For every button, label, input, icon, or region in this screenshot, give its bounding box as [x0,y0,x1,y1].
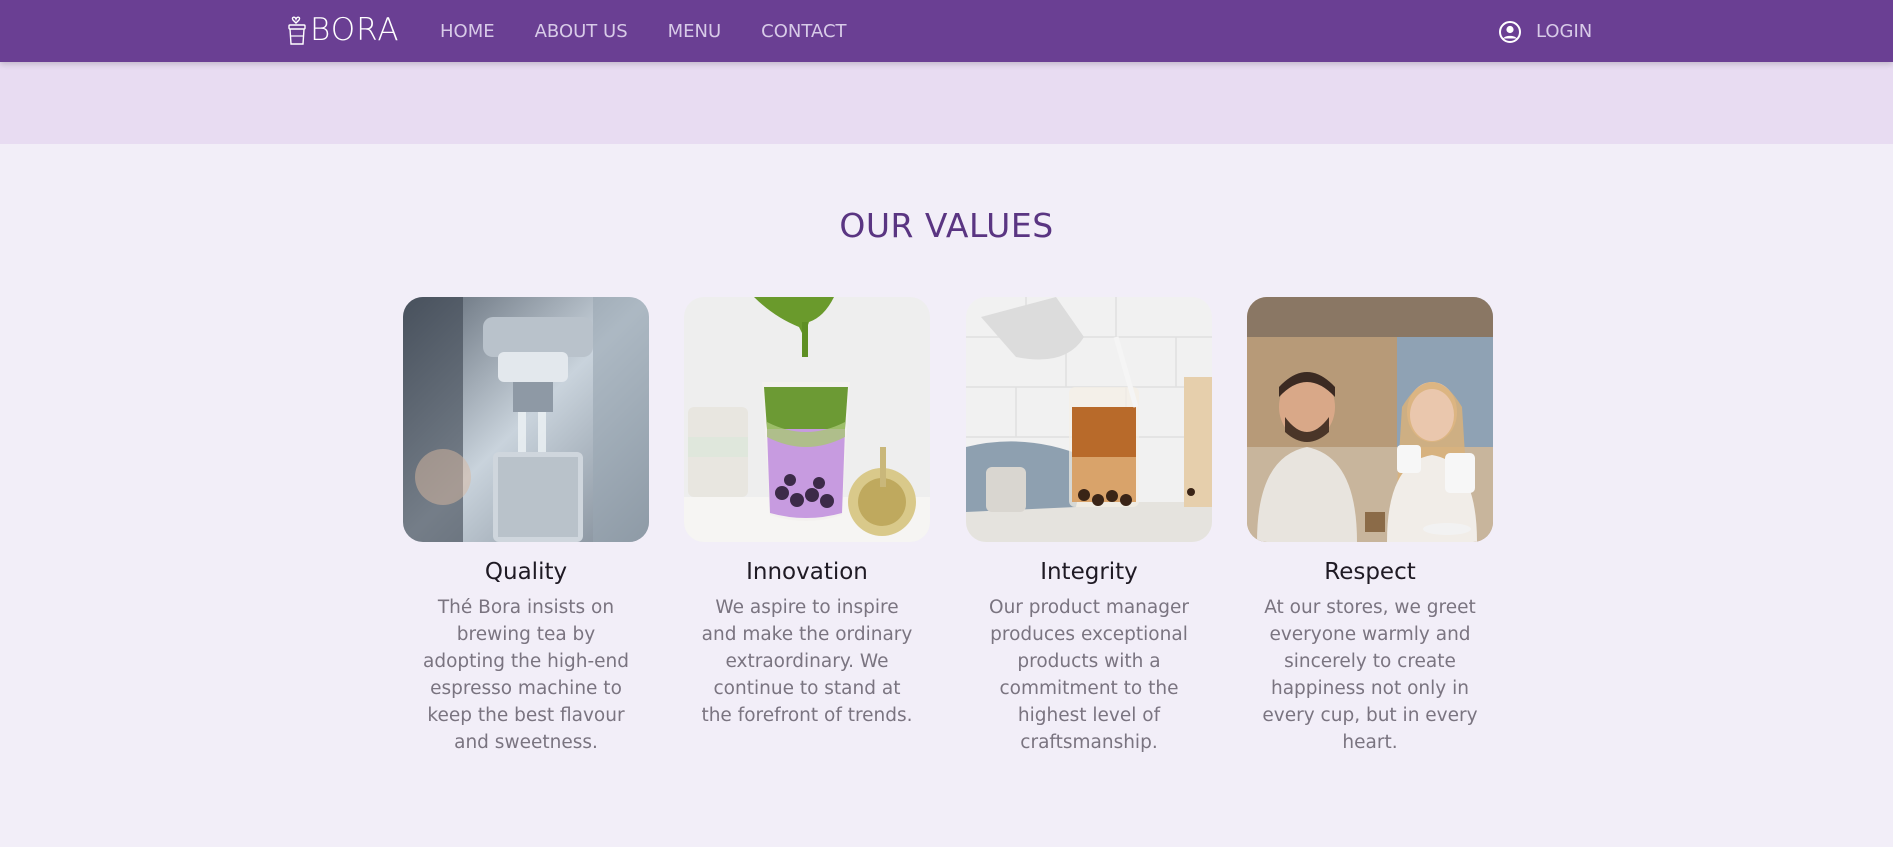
user-circle-icon [1499,21,1521,43]
hero-band [0,62,1893,144]
card-title: Integrity [1040,559,1138,585]
cup-logo-icon [288,16,306,45]
cafe-people-photo [1247,297,1493,542]
nav-menu-link[interactable]: MENU [668,20,722,44]
card-text: We aspire to inspire and make the ordina… [701,597,913,726]
top-navbar: BORA HOME ABOUT US MENU CONTACT LOGIN [0,0,1893,62]
value-card-quality: Quality Thé Bora insists on brewing tea … [403,297,649,756]
main-nav: HOME ABOUT US MENU CONTACT [440,20,887,44]
brand-logo[interactable]: BORA [286,13,400,47]
card-text: Thé Bora insists on brewing tea by adopt… [423,597,629,753]
nav-about-link[interactable]: ABOUT US [535,20,628,44]
logo-text: BORA [310,12,400,48]
login-button[interactable]: LOGIN [1498,20,1592,44]
card-text: Our product manager produces exceptional… [989,597,1189,753]
nav-home-link[interactable]: HOME [440,20,495,44]
nav-contact-link[interactable]: CONTACT [761,20,846,44]
section-title: OUR VALUES [839,206,1054,245]
card-text: At our stores, we greet everyone warmly … [1262,597,1478,753]
card-title: Innovation [746,559,868,585]
bubble-tea-photo [966,297,1212,542]
login-label: LOGIN [1536,21,1593,42]
value-card-innovation: Innovation We aspire to inspire and make… [684,297,930,729]
value-card-respect: Respect At our stores, we greet everyone… [1247,297,1493,756]
espresso-machine-photo [403,297,649,542]
matcha-drink-photo [684,297,930,542]
card-title: Quality [484,559,568,585]
value-card-integrity: Integrity Our product manager produces e… [966,297,1212,756]
card-title: Respect [1324,559,1416,585]
